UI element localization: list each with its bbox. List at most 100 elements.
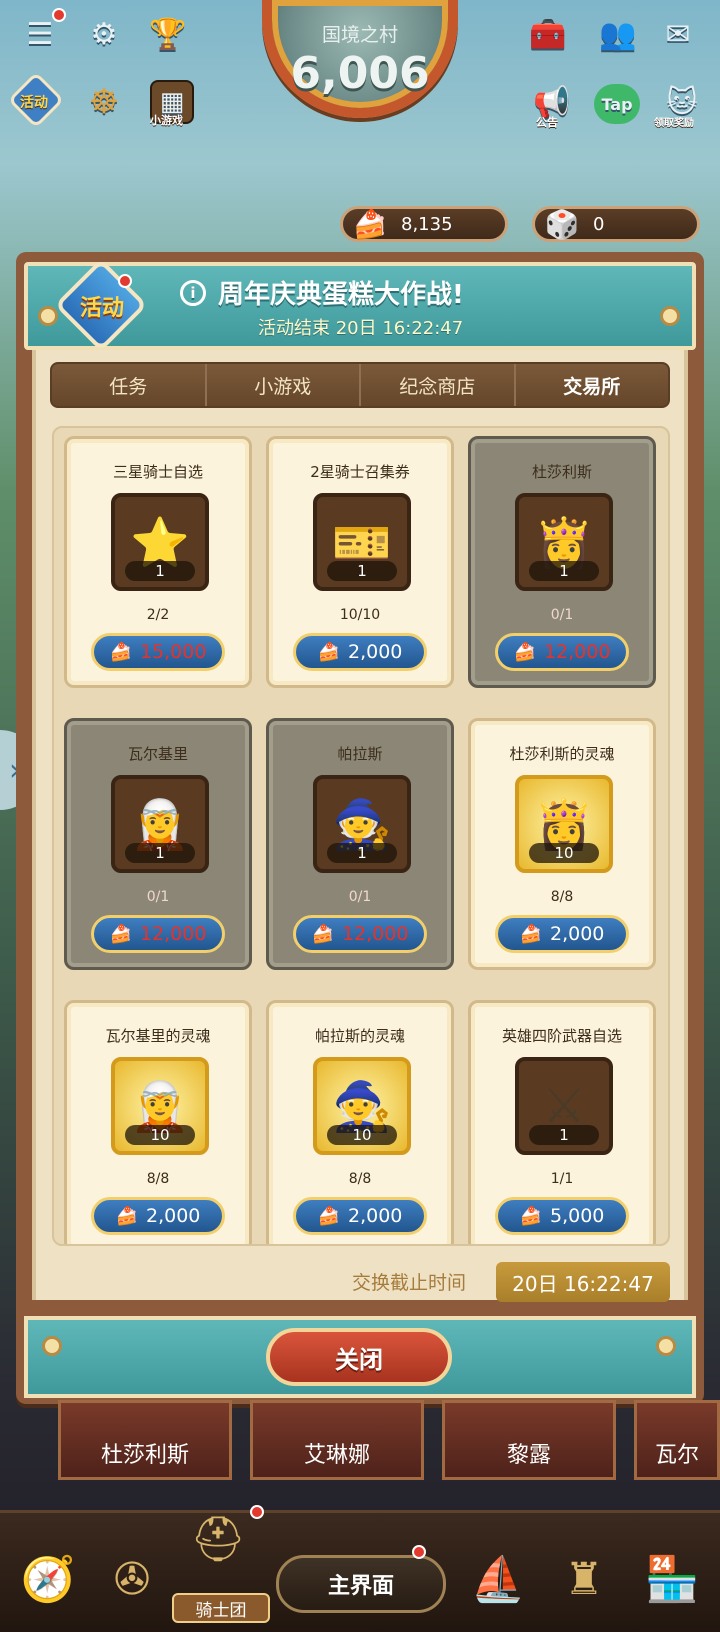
friends-icon[interactable]: 👥: [596, 12, 640, 56]
price-button[interactable]: 🍰 2,000: [495, 915, 629, 953]
shop-icon[interactable]: 🏪: [636, 1543, 708, 1615]
tab-exchange[interactable]: 交易所: [516, 364, 669, 406]
tab-mini-games[interactable]: 小游戏: [207, 364, 361, 406]
price-value: 2,000: [348, 1205, 403, 1227]
deadline-label: 交换截止时间: [352, 1272, 467, 1294]
notification-dot: [118, 274, 132, 288]
exchange-item-card[interactable]: 瓦尔基里 🧝 1 0/1 🍰 12,000: [64, 718, 252, 970]
item-stock-count: 0/1: [348, 889, 372, 905]
price-value: 12,000: [543, 641, 611, 663]
exchange-item-card[interactable]: 2星骑士召集券 🎫 1 10/10 🍰 2,000: [266, 436, 454, 688]
item-quantity: 10: [125, 1125, 195, 1145]
item-image: 👸 10: [515, 775, 613, 873]
deadline-value: 20日 16:22:47: [496, 1262, 670, 1302]
adventure-icon[interactable]: 🧭: [12, 1543, 84, 1615]
trophy-icon[interactable]: 🏆: [146, 12, 190, 56]
exchange-item-card[interactable]: 帕拉斯的灵魂 🧙 10 8/8 🍰 2,000: [266, 1000, 454, 1244]
score-title: 国境之村: [321, 24, 398, 46]
close-button[interactable]: 关闭: [266, 1328, 452, 1386]
price-button[interactable]: 🍰 12,000: [91, 915, 225, 953]
price-button[interactable]: 🍰 12,000: [495, 633, 629, 671]
exchange-item-card[interactable]: 三星骑士自选 ⭐ 1 2/2 🍰 15,000: [64, 436, 252, 688]
info-icon[interactable]: i: [180, 279, 206, 306]
price-value: 15,000: [139, 641, 207, 663]
item-title: 杜莎利斯的灵魂: [509, 745, 615, 763]
cake-icon: 🍰: [109, 641, 132, 663]
item-title: 三星骑士自选: [112, 463, 203, 481]
dice-icon: 🎲: [544, 207, 580, 241]
exchange-item-card[interactable]: 杜莎利斯的灵魂 👸 10 8/8 🍰 2,000: [468, 718, 656, 970]
item-quantity: 1: [125, 843, 195, 863]
knight-helmet-icon[interactable]: ⛑: [182, 1503, 254, 1575]
fan-icon[interactable]: ✇: [96, 1543, 168, 1615]
item-image: ⭐ 1: [111, 493, 209, 591]
item-image: 🧝 10: [111, 1057, 209, 1155]
toolbox-icon[interactable]: 🧰: [526, 12, 570, 56]
item-image: 🎫 1: [313, 493, 411, 591]
bolt-decoration: [38, 306, 58, 326]
cake-icon: 🍰: [513, 641, 536, 663]
tap-icon[interactable]: Tap: [594, 84, 640, 124]
exchange-item-card[interactable]: 杜莎利斯 👸 1 0/1 🍰 12,000: [468, 436, 656, 688]
item-stock-count: 2/2: [146, 607, 170, 623]
hero-tab[interactable]: 瓦尔: [634, 1400, 720, 1480]
price-button[interactable]: 🍰 2,000: [91, 1197, 225, 1235]
hero-tab[interactable]: 杜莎利斯: [58, 1400, 232, 1480]
item-image: 🧝 1: [111, 775, 209, 873]
cake-icon: 🍰: [109, 923, 132, 945]
activity-badge-label: 活动: [79, 296, 124, 321]
tower-icon[interactable]: ♜: [548, 1543, 620, 1615]
hero-tab[interactable]: 艾琳娜: [250, 1400, 424, 1480]
notice-label: 公告: [536, 116, 558, 129]
price-button[interactable]: 🍰 2,000: [293, 1197, 427, 1235]
item-title: 杜莎利斯: [531, 463, 592, 481]
dice-currency[interactable]: 🎲 0: [532, 206, 700, 242]
item-stock-count: 0/1: [550, 607, 574, 623]
main-screen-button[interactable]: 主界面: [276, 1555, 446, 1613]
price-button[interactable]: 🍰 5,000: [495, 1197, 629, 1235]
mail-icon[interactable]: ✉: [656, 12, 700, 56]
hero-tabs: 杜莎利斯 艾琳娜 黎露 瓦尔: [0, 1400, 720, 1486]
mini-games-label: 小游戏: [150, 114, 183, 127]
price-button[interactable]: 🍰 12,000: [293, 915, 427, 953]
dice-amount: 0: [593, 213, 605, 235]
cake-icon: 🍰: [115, 1205, 138, 1227]
item-title: 瓦尔基里的灵魂: [105, 1027, 211, 1045]
item-title: 2星骑士召集券: [310, 463, 410, 481]
cake-currency[interactable]: 🍰 8,135: [340, 206, 508, 242]
exchange-grid[interactable]: 三星骑士自选 ⭐ 1 2/2 🍰 15,000 2星骑士召集券 🎫 1 10/10 🍰 2,000 杜莎…: [52, 426, 670, 1246]
tab-souvenir-shop[interactable]: 纪念商店: [361, 364, 516, 406]
cake-icon: 🍰: [352, 207, 388, 241]
item-quantity: 10: [529, 843, 599, 863]
wheel-icon[interactable]: ☸: [82, 80, 126, 124]
exchange-item-card[interactable]: 帕拉斯 🧙 1 0/1 🍰 12,000: [266, 718, 454, 970]
bolt-decoration: [42, 1336, 62, 1356]
bolt-decoration: [660, 306, 680, 326]
price-value: 12,000: [341, 923, 409, 945]
price-button[interactable]: 🍰 2,000: [293, 633, 427, 671]
notification-dot: [250, 1505, 264, 1519]
item-stock-count: 1/1: [550, 1171, 574, 1187]
score-value: 6,006: [290, 48, 430, 99]
bottom-nav: 🧭 ✇ ⛑ 骑士团 主界面 ⛵ ♜ 🏪: [0, 1505, 720, 1632]
knight-order-label[interactable]: 骑士团: [172, 1593, 270, 1623]
item-stock-count: 0/1: [146, 889, 170, 905]
item-title: 英雄四阶武器自选: [501, 1027, 622, 1045]
notification-dot: [52, 8, 66, 22]
item-image: 🧙 1: [313, 775, 411, 873]
price-button[interactable]: 🍰 15,000: [91, 633, 225, 671]
item-title: 帕拉斯的灵魂: [314, 1027, 405, 1045]
gear-icon[interactable]: ⚙: [82, 12, 126, 56]
tab-bar: 任务 小游戏 纪念商店 交易所: [50, 362, 670, 408]
item-title: 帕拉斯: [337, 745, 383, 763]
exchange-item-card[interactable]: 瓦尔基里的灵魂 🧝 10 8/8 🍰 2,000: [64, 1000, 252, 1244]
cake-icon: 🍰: [311, 923, 334, 945]
ship-icon[interactable]: ⛵: [462, 1543, 534, 1615]
item-quantity: 1: [529, 561, 599, 581]
hero-tab[interactable]: 黎露: [442, 1400, 616, 1480]
item-quantity: 1: [327, 843, 397, 863]
panel-title: i 周年庆典蛋糕大作战!: [180, 274, 540, 311]
exchange-item-card[interactable]: 英雄四阶武器自选 ⚔ 1 1/1 🍰 5,000: [468, 1000, 656, 1244]
activity-label: 活动: [20, 95, 48, 111]
tab-tasks[interactable]: 任务: [52, 364, 207, 406]
